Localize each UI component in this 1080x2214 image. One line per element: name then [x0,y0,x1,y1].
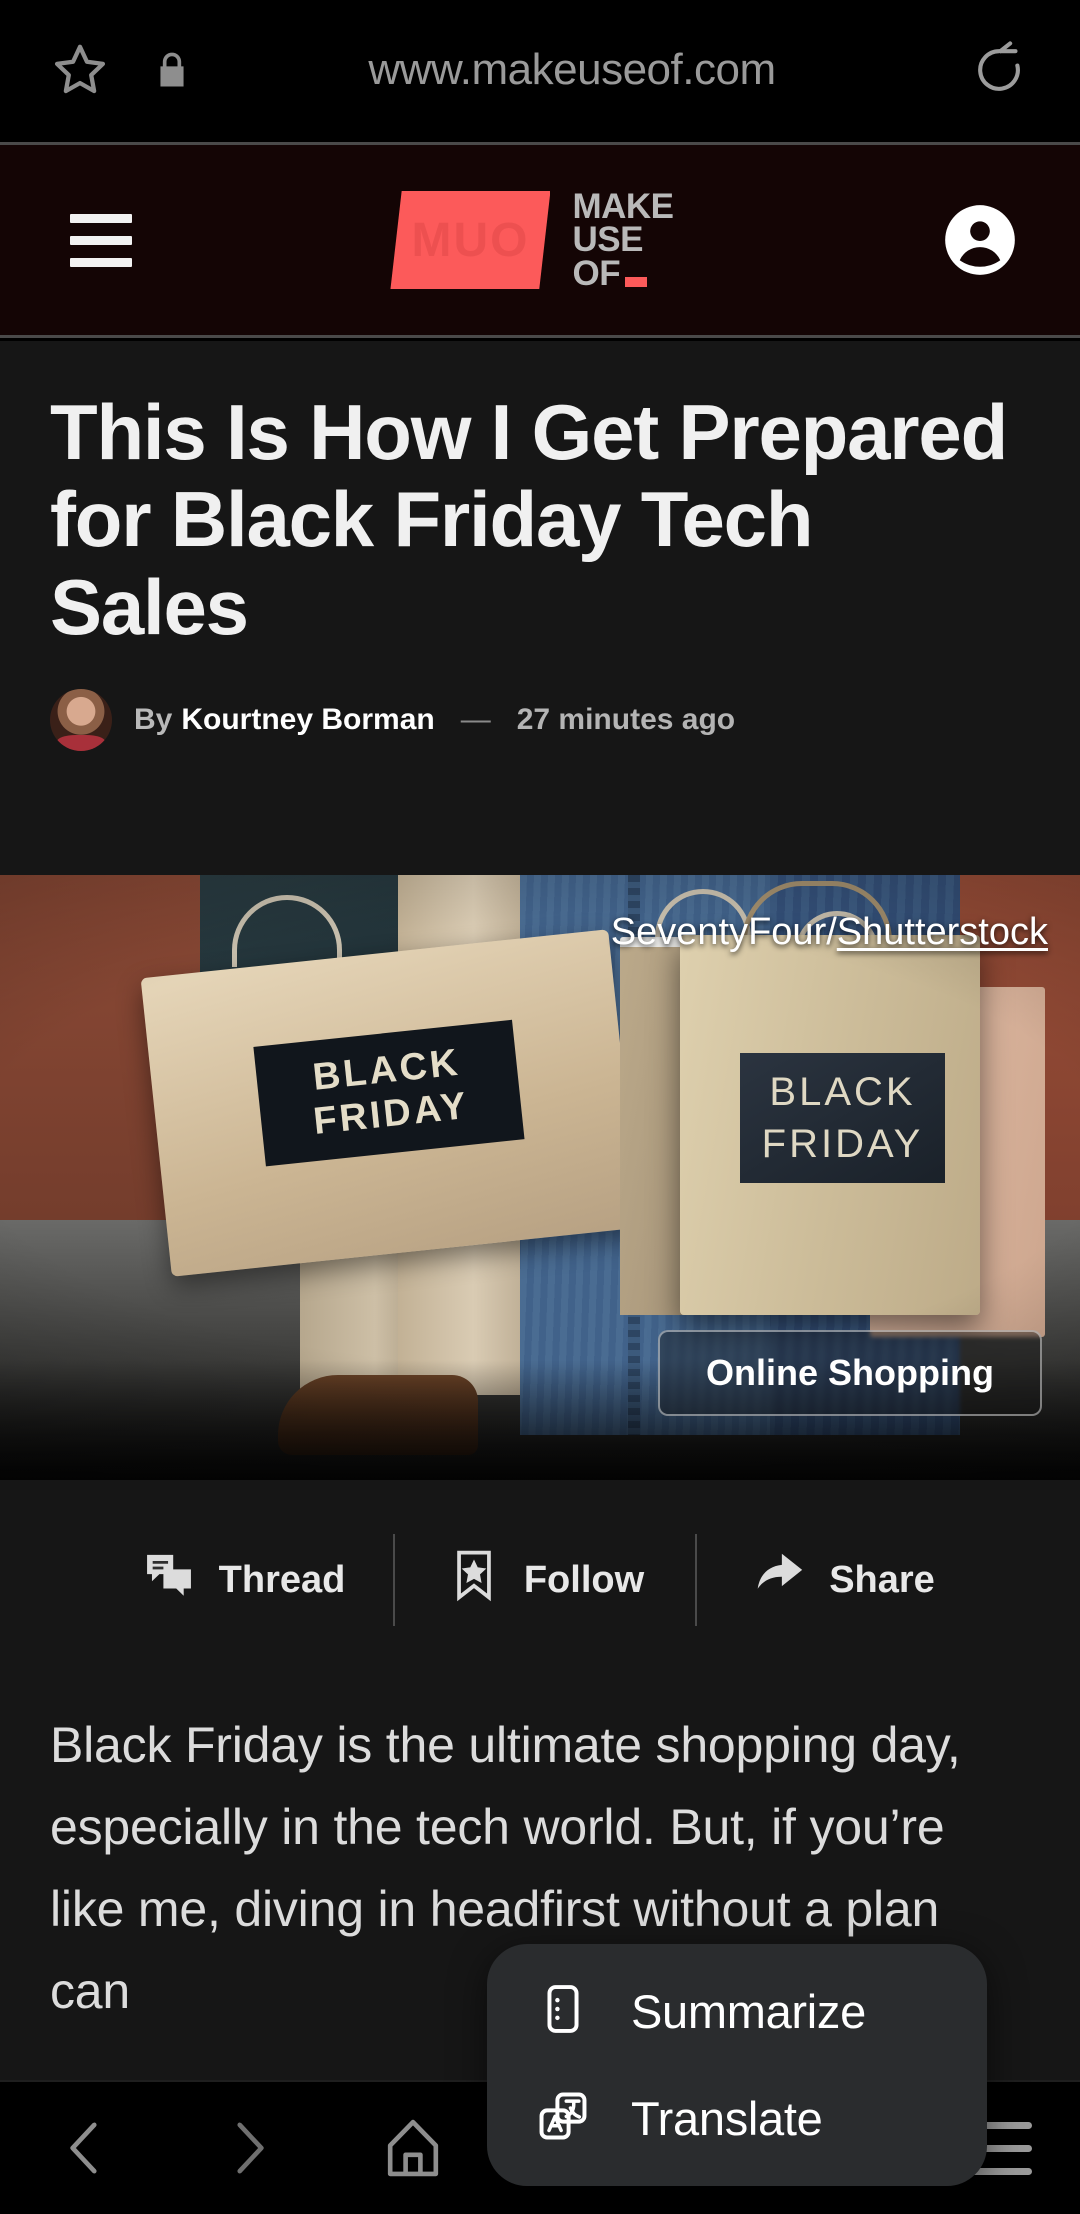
article-header: This Is How I Get Prepared for Black Fri… [0,341,1080,875]
logo-wordmark: MAKE USE OF [572,187,674,293]
logo-line-of: OF [572,253,621,293]
summarize-icon [535,1981,591,2042]
logo-line-use: USE [572,220,643,260]
site-logo[interactable]: MUO MAKE USE OF [390,187,674,293]
reload-icon[interactable] [970,41,1028,99]
byline-separator: — [460,703,491,737]
back-button[interactable] [48,2111,122,2185]
author-name[interactable]: Kourtney Borman [181,703,434,737]
share-arrow-icon [749,1546,807,1614]
browser-url-bar: www.makeuseof.com [0,0,1080,140]
image-credit: SeventyFour/Shutterstock [611,911,1048,954]
forward-button[interactable] [212,2111,286,2185]
translate-label: Translate [631,2092,823,2145]
share-button[interactable]: Share [697,1546,987,1614]
bookmark-star-icon [446,1547,502,1613]
summarize-label: Summarize [631,1985,866,2038]
article-action-bar: Thread Follow Share [0,1480,1080,1680]
bookmark-star-icon[interactable] [48,38,112,102]
byline: By Kourtney Borman — 27 minutes ago [50,689,1030,752]
ai-actions-popup: Summarize Translate [487,1944,987,2186]
author-avatar[interactable] [50,689,112,752]
translate-icon [535,2088,591,2149]
follow-button[interactable]: Follow [395,1547,695,1613]
image-credit-author: SeventyFour/ [610,911,837,953]
hero-image[interactable]: BLACK FRIDAY BLACK FRIDAY SeventyFour/S [0,875,1080,1480]
share-label: Share [829,1558,935,1601]
site-header: MUO MAKE USE OF [0,142,1080,338]
chat-bubbles-icon [141,1547,197,1613]
byline-prefix: By [134,703,173,737]
thread-label: Thread [218,1558,346,1601]
image-credit-link[interactable]: Shutterstock [837,911,1048,953]
logo-mark: MUO [390,191,551,289]
browser-screen: www.makeuseof.com MUO MAKE USE OF This I… [0,0,1080,2214]
account-icon[interactable] [942,202,1018,278]
logo-underscore-icon [625,276,648,287]
follow-label: Follow [523,1558,645,1601]
category-tag[interactable]: Online Shopping [658,1330,1042,1416]
publish-timestamp: 27 minutes ago [516,703,736,737]
logo-line-make: MAKE [572,187,674,227]
page-title: This Is How I Get Prepared for Black Fri… [50,388,1008,651]
logo-mark-text: MUO [411,213,530,267]
translate-menu-item[interactable]: Translate [487,2088,987,2149]
hamburger-menu-icon[interactable] [70,213,132,267]
home-button[interactable] [376,2111,450,2185]
url-text[interactable]: www.makeuseof.com [174,45,970,95]
summarize-menu-item[interactable]: Summarize [487,1981,987,2042]
thread-button[interactable]: Thread [93,1547,393,1613]
